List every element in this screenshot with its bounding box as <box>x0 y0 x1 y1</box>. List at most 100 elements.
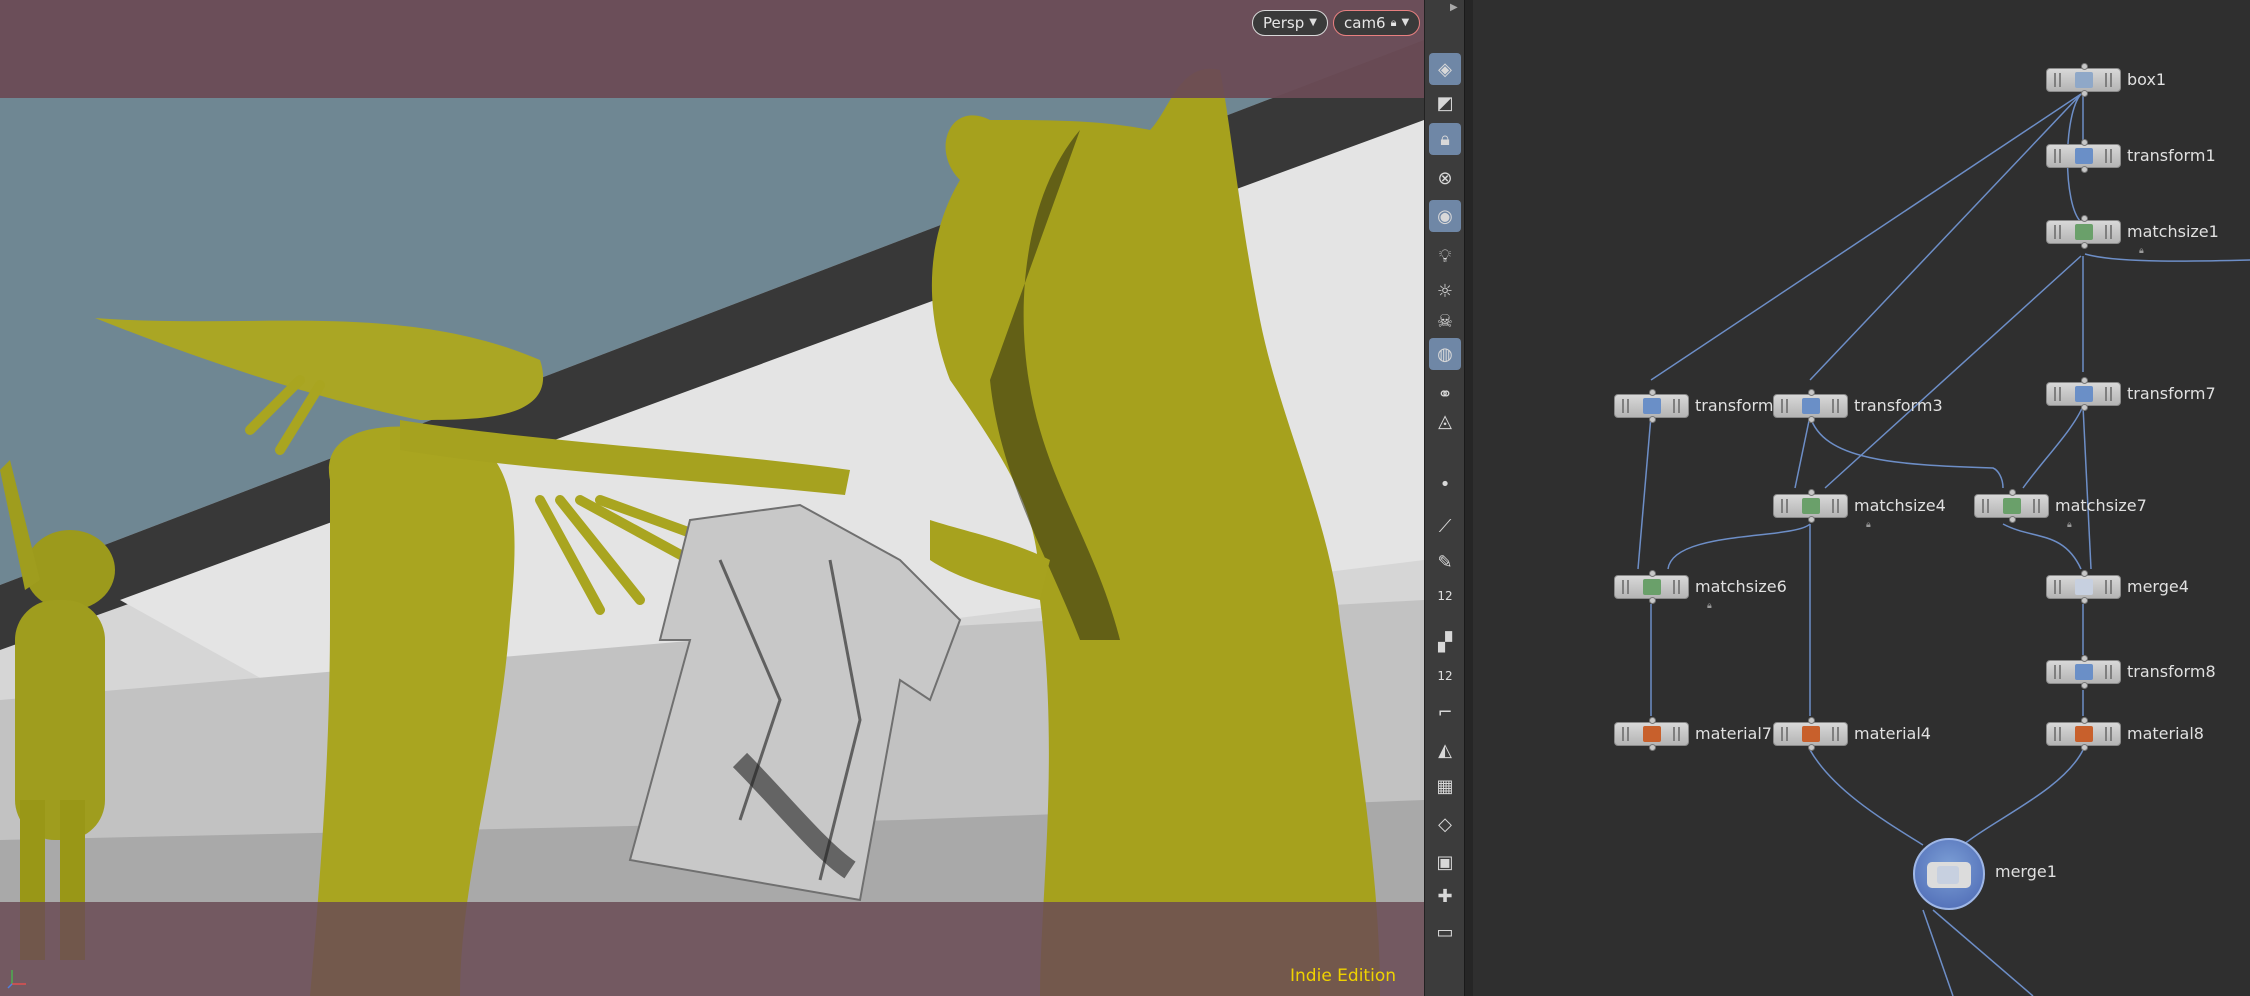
node-flag-bar[interactable] <box>2059 665 2061 679</box>
node-flag-bar[interactable] <box>2054 387 2056 401</box>
node-flag-bar[interactable] <box>2110 580 2112 594</box>
node-flag-bar[interactable] <box>2105 580 2107 594</box>
node-flag-bar[interactable] <box>1622 580 1624 594</box>
node-flag-bar[interactable] <box>1781 499 1783 513</box>
node-flag-bar[interactable] <box>2105 149 2107 163</box>
node-flag-bar[interactable] <box>2110 149 2112 163</box>
node-flag-bar[interactable] <box>1627 580 1629 594</box>
node-flag-bar[interactable] <box>2110 727 2112 741</box>
node-matchsize6[interactable] <box>1614 570 1689 604</box>
node-flag-bar[interactable] <box>2059 149 2061 163</box>
node-flag-bar[interactable] <box>2105 387 2107 401</box>
node-flag-bar[interactable] <box>1786 499 1788 513</box>
node-output-port[interactable] <box>2081 744 2088 751</box>
headlight-tool[interactable]: ☼ <box>1429 275 1461 307</box>
node-output-port[interactable] <box>2081 404 2088 411</box>
node-output-port[interactable] <box>2081 166 2088 173</box>
node-output-port[interactable] <box>1649 744 1656 751</box>
node-flag-bar[interactable] <box>1622 399 1624 413</box>
node-flag-bar[interactable] <box>1781 727 1783 741</box>
node-flag-bar[interactable] <box>2054 149 2056 163</box>
lock-camera-tool[interactable]: 🔒︎ <box>1429 123 1461 155</box>
node-output-port[interactable] <box>1808 744 1815 751</box>
node-transform3[interactable] <box>1773 389 1848 423</box>
node-input-port[interactable] <box>1808 489 1815 496</box>
node-input-port[interactable] <box>2081 570 2088 577</box>
node-matchsize1[interactable] <box>2046 215 2121 249</box>
node-transform1[interactable] <box>2046 139 2121 173</box>
node-transform7[interactable] <box>2046 377 2121 411</box>
node-flag-bar[interactable] <box>1987 499 1989 513</box>
node-flag-bar[interactable] <box>1832 499 1834 513</box>
node-input-port[interactable] <box>2081 717 2088 724</box>
node-input-port[interactable] <box>1649 570 1656 577</box>
node-input-port[interactable] <box>2081 377 2088 384</box>
node-transform5[interactable] <box>1614 389 1689 423</box>
node-flag-bar[interactable] <box>1786 727 1788 741</box>
node-matchsize4[interactable] <box>1773 489 1848 523</box>
node-flag-bar[interactable] <box>2105 727 2107 741</box>
skull-tool[interactable]: ☠︎ <box>1429 305 1461 337</box>
node-material8[interactable] <box>2046 717 2121 751</box>
pane-divider[interactable] <box>1464 0 1473 996</box>
paint-tool[interactable]: ▞ <box>1429 626 1461 658</box>
node-flag-bar[interactable] <box>1678 399 1680 413</box>
pen-tool[interactable]: ✎ <box>1429 546 1461 578</box>
node-flag-bar[interactable] <box>2110 387 2112 401</box>
node-flag-bar[interactable] <box>2054 727 2056 741</box>
node-flag-bar[interactable] <box>1832 727 1834 741</box>
node-flag-bar[interactable] <box>2105 225 2107 239</box>
node-flag-bar[interactable] <box>2059 387 2061 401</box>
node-material4[interactable] <box>1773 717 1848 751</box>
node-flag-bar[interactable] <box>1781 399 1783 413</box>
node-flag-bar[interactable] <box>1832 399 1834 413</box>
node-merge4[interactable] <box>2046 570 2121 604</box>
node-output-port[interactable] <box>2081 90 2088 97</box>
node-output-port[interactable] <box>1649 597 1656 604</box>
node-flag-bar[interactable] <box>2054 73 2056 87</box>
display-options-tool[interactable]: ◩ <box>1429 87 1461 119</box>
network-editor[interactable]: box1 transform1 matchsize1 🔒︎ transform5 tran… <box>1473 0 2250 996</box>
node-flag-bar[interactable] <box>1673 399 1675 413</box>
node-transform8[interactable] <box>2046 655 2121 689</box>
node-flag-bar[interactable] <box>2110 73 2112 87</box>
uv-green-tool[interactable]: ▣ <box>1429 846 1461 878</box>
node-input-port[interactable] <box>1808 717 1815 724</box>
node-merge1[interactable] <box>1913 838 1985 910</box>
node-flag-bar[interactable] <box>1673 580 1675 594</box>
node-input-port[interactable] <box>1808 389 1815 396</box>
node-flag-bar[interactable] <box>2054 580 2056 594</box>
node-input-port[interactable] <box>2081 215 2088 222</box>
node-flag-bar[interactable] <box>1786 399 1788 413</box>
node-flag-bar[interactable] <box>1627 399 1629 413</box>
node-flag-bar[interactable] <box>2054 665 2056 679</box>
box-frame-tool[interactable]: ▭ <box>1429 916 1461 948</box>
scene-view-tool[interactable]: ◈ <box>1429 53 1461 85</box>
texture-grid-tool[interactable]: ▦ <box>1429 770 1461 802</box>
collapse-arrow-icon[interactable]: ▶ <box>1450 2 1458 13</box>
camera-menu[interactable]: cam6 🔒︎ ▼ <box>1333 10 1421 36</box>
node-flag-bar[interactable] <box>1678 727 1680 741</box>
node-flag-bar[interactable] <box>2105 665 2107 679</box>
node-flag-bar[interactable] <box>2054 225 2056 239</box>
curve-tool[interactable]: ⌐ <box>1429 696 1461 728</box>
sculpt-tool[interactable]: ◭ <box>1429 734 1461 766</box>
render-region-tool[interactable]: ◬ <box>1429 405 1461 437</box>
node-material7[interactable] <box>1614 717 1689 751</box>
node-input-port[interactable] <box>2081 63 2088 70</box>
view-menu[interactable]: Persp ▼ <box>1252 10 1328 36</box>
node-flag-bar[interactable] <box>2059 73 2061 87</box>
node-box1[interactable] <box>2046 63 2121 97</box>
node-flag-bar[interactable] <box>1837 499 1839 513</box>
node-input-port[interactable] <box>1649 717 1656 724</box>
point-tool[interactable]: • <box>1429 468 1461 500</box>
node-flag-bar[interactable] <box>1622 727 1624 741</box>
node-flag-bar[interactable] <box>1982 499 1984 513</box>
node-input-port[interactable] <box>2081 139 2088 146</box>
point-numbers-tool[interactable]: 12 <box>1429 580 1461 612</box>
node-output-port[interactable] <box>2081 597 2088 604</box>
node-flag-bar[interactable] <box>2059 225 2061 239</box>
node-flag-bar[interactable] <box>1678 580 1680 594</box>
node-output-port[interactable] <box>2081 682 2088 689</box>
node-flag-bar[interactable] <box>2110 665 2112 679</box>
